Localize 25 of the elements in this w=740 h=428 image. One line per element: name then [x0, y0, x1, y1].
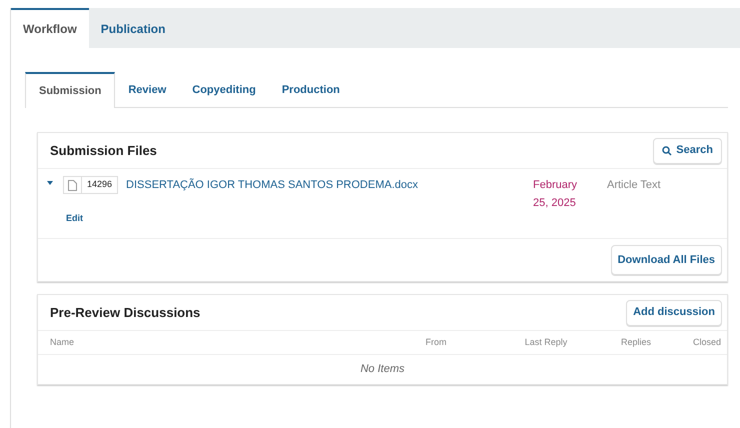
column-header: Last Reply — [524, 336, 568, 349]
file-type: Article Text — [607, 178, 662, 193]
download-button[interactable]: Download All Files — [610, 245, 722, 275]
column-header: Replies — [620, 336, 652, 349]
column-header: Name — [50, 336, 76, 349]
file-id: 14296 — [86, 178, 114, 192]
edit-link[interactable]: Edit — [66, 212, 727, 226]
add-discussion-button[interactable]: Add discussion — [626, 300, 722, 326]
tab[interactable]: Production — [268, 72, 353, 107]
column-header: Closed — [692, 336, 721, 349]
file-date: February 25, 2025 — [533, 178, 578, 211]
document-icon — [68, 180, 77, 190]
tab[interactable]: Submission — [25, 72, 116, 108]
tab[interactable]: Copyediting — [179, 72, 269, 107]
file-link[interactable]: DISSERTAÇÃO IGOR THOMAS SANTOS PRODEMA.docx — [126, 177, 418, 194]
tab[interactable]: Publication — [88, 8, 178, 48]
search-button[interactable]: Search — [653, 138, 722, 164]
caret-icon[interactable] — [47, 180, 53, 186]
search-icon — [662, 146, 672, 156]
tab[interactable]: Review — [115, 72, 180, 107]
panel-title: Submission Files — [50, 142, 157, 160]
empty-message: No Items — [360, 362, 404, 378]
tab[interactable]: Workflow — [11, 8, 89, 48]
column-header: From — [424, 336, 448, 349]
panel-title: Pre-Review Discussions — [50, 304, 200, 322]
